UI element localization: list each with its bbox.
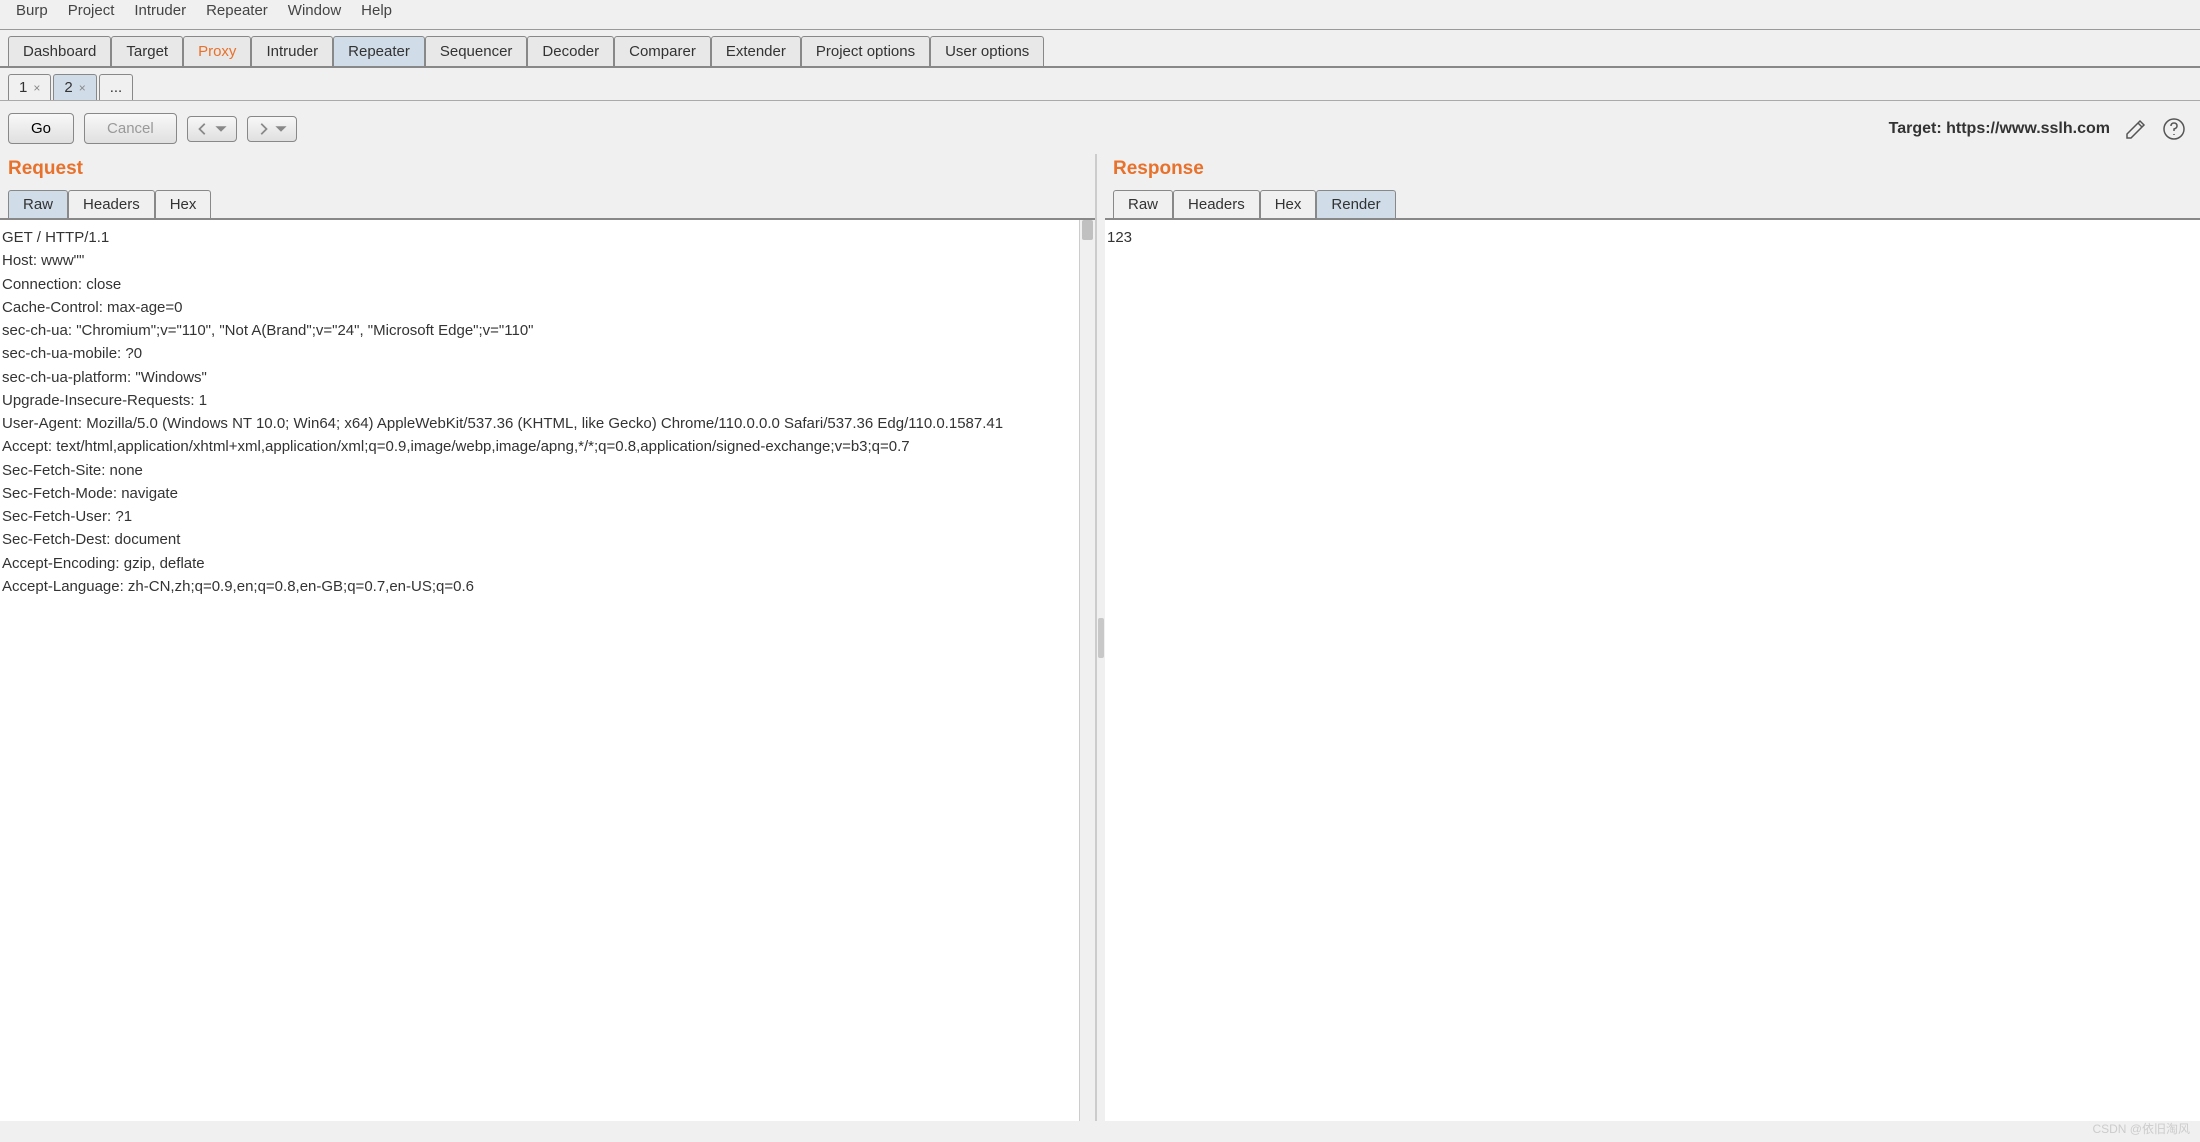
response-body: 123 <box>1105 220 2200 1121</box>
menubar: BurpProjectIntruderRepeaterWindowHelp <box>0 0 2200 29</box>
menu-burp[interactable]: Burp <box>8 0 56 21</box>
sub-tab-label: 2 <box>64 79 72 96</box>
response-view-tabs: RawHeadersHexRender <box>1105 190 2200 220</box>
next-button[interactable] <box>247 116 297 142</box>
sub-tab-label: 1 <box>19 79 27 96</box>
dropdown-icon <box>214 122 228 136</box>
main-tabs: DashboardTargetProxyIntruderRepeaterSequ… <box>0 29 2200 68</box>
tab-user-options[interactable]: User options <box>930 36 1044 66</box>
tab-intruder[interactable]: Intruder <box>251 36 333 66</box>
response-title: Response <box>1105 154 2200 190</box>
sub-tab-1[interactable]: 1× <box>8 74 51 100</box>
sub-tab-2[interactable]: 2× <box>53 74 96 100</box>
tab-extender[interactable]: Extender <box>711 36 801 66</box>
tab-decoder[interactable]: Decoder <box>527 36 614 66</box>
menu-repeater[interactable]: Repeater <box>198 0 276 21</box>
menu-project[interactable]: Project <box>60 0 123 21</box>
tab-dashboard[interactable]: Dashboard <box>8 36 111 66</box>
request-title: Request <box>0 154 1095 190</box>
request-view-tabs: RawHeadersHex <box>0 190 1095 220</box>
tab-comparer[interactable]: Comparer <box>614 36 711 66</box>
target-label: Target: https://www.sslh.com <box>1889 120 2110 138</box>
view-tab-raw[interactable]: Raw <box>1113 190 1173 218</box>
chevron-right-icon <box>256 122 270 136</box>
pencil-icon <box>2124 117 2148 141</box>
tab-proxy[interactable]: Proxy <box>183 36 251 66</box>
dropdown-icon <box>274 122 288 136</box>
sub-tabs: 1×2×... <box>0 68 2200 101</box>
edit-target-button[interactable] <box>2124 117 2148 141</box>
menu-window[interactable]: Window <box>280 0 349 21</box>
view-tab-render[interactable]: Render <box>1316 190 1395 218</box>
panels: Request RawHeadersHex GET / HTTP/1.1 Hos… <box>0 154 2200 1121</box>
view-tab-hex[interactable]: Hex <box>1260 190 1317 218</box>
view-tab-headers[interactable]: Headers <box>1173 190 1260 218</box>
go-button[interactable]: Go <box>8 113 74 144</box>
request-scrollbar[interactable] <box>1079 220 1095 1121</box>
toolbar: Go Cancel Target: https://www.sslh.com <box>0 101 2200 154</box>
request-panel: Request RawHeadersHex GET / HTTP/1.1 Hos… <box>0 154 1097 1121</box>
prev-button[interactable] <box>187 116 237 142</box>
tab-sequencer[interactable]: Sequencer <box>425 36 528 66</box>
view-tab-headers[interactable]: Headers <box>68 190 155 218</box>
menu-help[interactable]: Help <box>353 0 400 21</box>
help-button[interactable] <box>2162 117 2186 141</box>
view-tab-raw[interactable]: Raw <box>8 190 68 218</box>
close-icon[interactable]: × <box>79 81 86 95</box>
help-icon <box>2162 117 2186 141</box>
sub-tab-...[interactable]: ... <box>99 74 134 100</box>
cancel-button[interactable]: Cancel <box>84 113 177 144</box>
tab-repeater[interactable]: Repeater <box>333 36 425 66</box>
panel-divider[interactable] <box>1097 154 1105 1121</box>
watermark: CSDN @依旧淘风 <box>2092 1120 2190 1137</box>
tab-target[interactable]: Target <box>111 36 183 66</box>
tab-project-options[interactable]: Project options <box>801 36 930 66</box>
response-panel: Response RawHeadersHexRender 123 <box>1105 154 2200 1121</box>
view-tab-hex[interactable]: Hex <box>155 190 212 218</box>
request-body[interactable]: GET / HTTP/1.1 Host: www"" Connection: c… <box>0 220 1079 1121</box>
chevron-left-icon <box>196 122 210 136</box>
close-icon[interactable]: × <box>33 81 40 95</box>
scrollbar-thumb[interactable] <box>1082 220 1093 240</box>
menu-intruder[interactable]: Intruder <box>126 0 194 21</box>
sub-tab-label: ... <box>110 79 123 96</box>
